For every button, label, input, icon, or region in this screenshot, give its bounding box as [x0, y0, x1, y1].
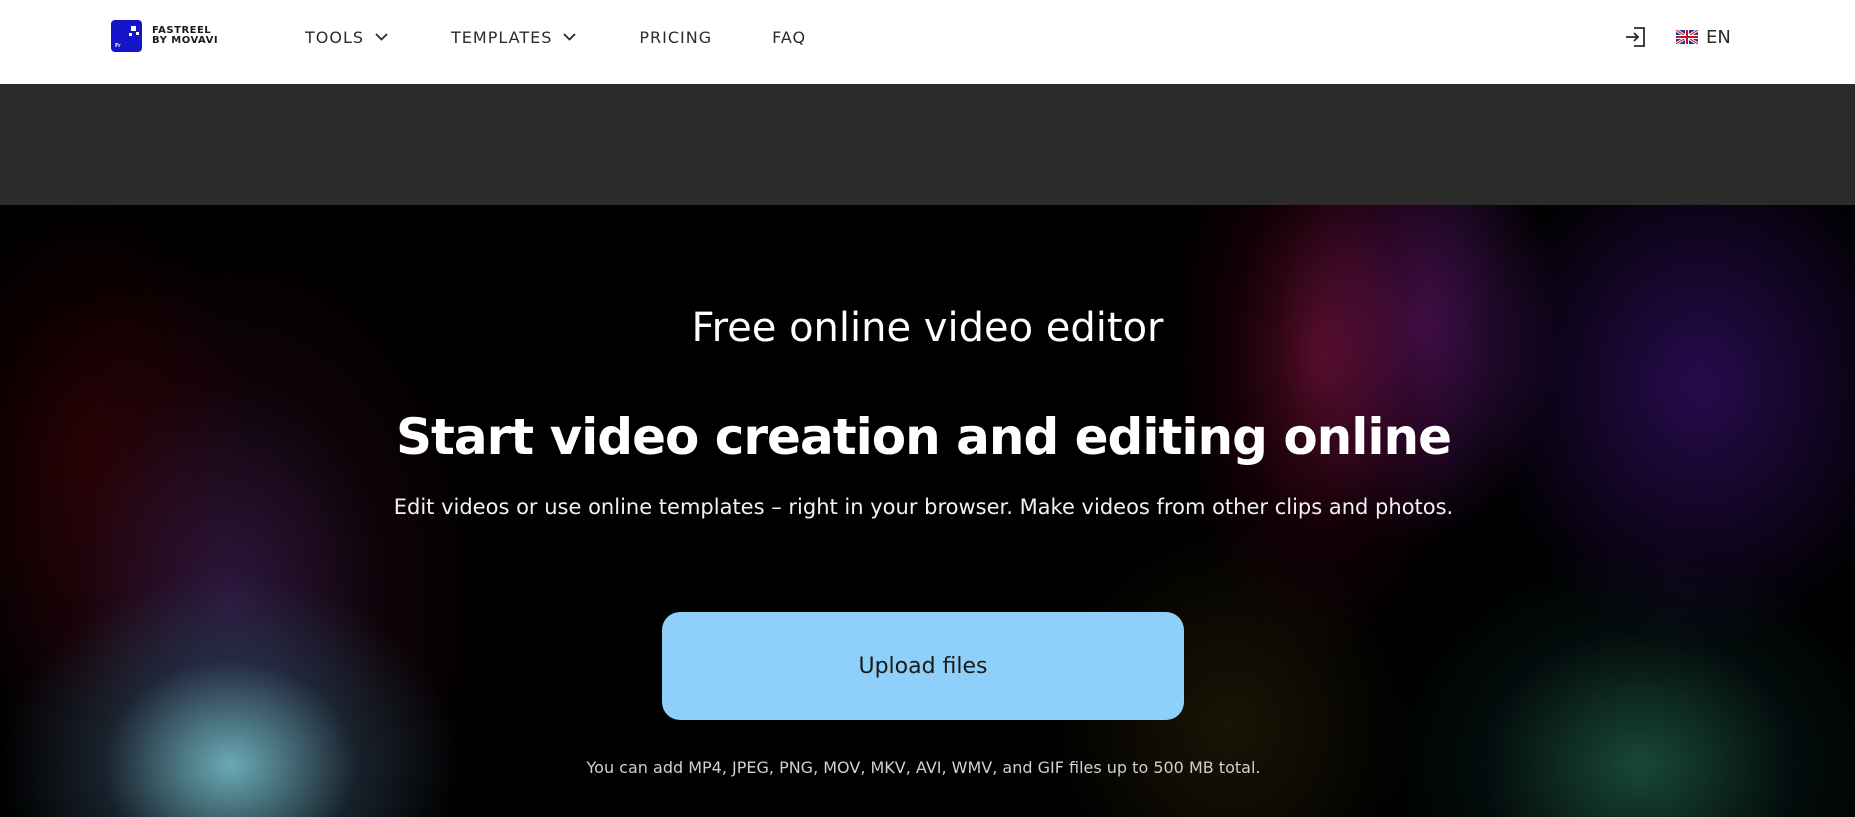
hero-title: Start video creation and editing online [395, 408, 1452, 466]
nav-item-faq[interactable]: FAQ [772, 28, 806, 47]
supported-formats-note: You can add MP4, JPEG, PNG, MOV, MKV, AV… [586, 758, 1261, 777]
nav-item-templates[interactable]: TEMPLATES [451, 28, 577, 47]
logo-mark-text: Fr [115, 43, 121, 49]
nav-item-templates-label: TEMPLATES [451, 27, 553, 47]
top-navigation-bar: Fr FASTREEL BY MOVAVI TOOLS TEMPLATES PR… [0, 0, 1855, 84]
uk-flag-icon [1676, 30, 1698, 44]
login-icon[interactable] [1623, 24, 1649, 50]
nav-item-tools[interactable]: TOOLS [305, 28, 389, 47]
nav-item-pricing[interactable]: PRICING [639, 28, 712, 47]
fastreel-logo-mark: Fr [111, 20, 142, 52]
hero-section: Free online video editor Start video cre… [0, 205, 1855, 817]
nav-item-pricing-label: PRICING [639, 27, 713, 47]
language-selector[interactable]: EN [1676, 24, 1731, 50]
hero-subtitle: Free online video editor [691, 305, 1164, 351]
language-code: EN [1706, 26, 1731, 48]
logo-line-2: BY MOVAVI [152, 35, 219, 46]
upload-files-button[interactable]: Upload files [662, 612, 1184, 720]
fastreel-logo[interactable]: Fr FASTREEL BY MOVAVI [111, 20, 218, 52]
main-nav: TOOLS TEMPLATES PRICING FAQ [305, 0, 806, 74]
hero-description: Edit videos or use online templates – ri… [393, 495, 1454, 519]
dark-banner-strip [0, 84, 1855, 205]
nav-item-tools-label: TOOLS [305, 27, 365, 47]
chevron-down-icon [563, 33, 577, 41]
chevron-down-icon [375, 33, 388, 41]
nav-item-faq-label: FAQ [772, 27, 807, 47]
logo-wordmark: FASTREEL BY MOVAVI [152, 26, 218, 46]
